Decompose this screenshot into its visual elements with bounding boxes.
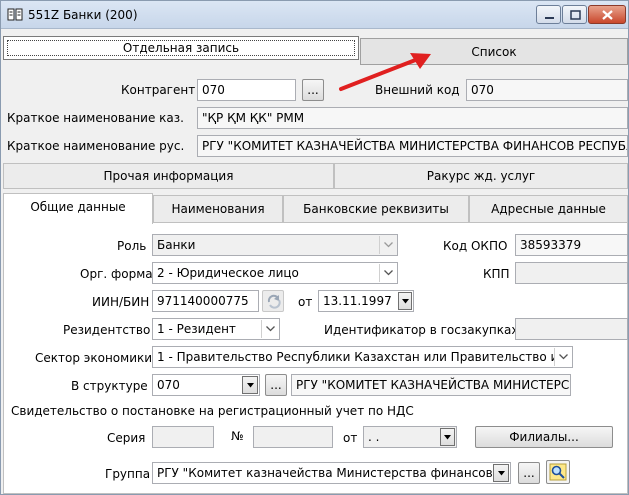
tab-general-data-label: Общие данные <box>30 200 126 214</box>
org-form-dropdown-button[interactable] <box>379 264 396 282</box>
group-value: РГУ "Комитет казначейства Министерства ф… <box>157 466 501 480</box>
app-window: 551Z Банки (200) Отдельная запись Список… <box>0 0 629 495</box>
title-bar[interactable]: 551Z Банки (200) <box>1 1 628 29</box>
structure-dropdown-button[interactable] <box>242 376 258 394</box>
group-select[interactable]: РГУ "Комитет казначейства Министерства ф… <box>152 462 511 484</box>
role-select[interactable]: Банки <box>152 234 398 256</box>
vat-date-dropdown-button[interactable] <box>440 428 455 446</box>
series-field[interactable] <box>152 426 214 448</box>
procurement-id-label: Идентификатор в госзакупках <box>324 323 519 337</box>
residency-value: 1 - Резидент <box>157 322 236 336</box>
residency-select[interactable]: 1 - Резидент <box>152 318 280 340</box>
org-form-select[interactable]: 2 - Юридическое лицо <box>152 262 398 284</box>
tab-list-label: Список <box>471 45 517 59</box>
vat-date-picker[interactable]: . . <box>363 426 457 448</box>
tab-rail-services[interactable]: Ракурс жд. услуг <box>334 163 628 189</box>
structure-lookup-button[interactable]: ... <box>265 374 287 396</box>
structure-name-field[interactable]: РГУ "КОМИТЕТ КАЗНАЧЕЙСТВА МИНИСТЕРС <box>291 374 571 396</box>
residency-dropdown-button[interactable] <box>261 320 278 338</box>
short-name-kaz-label: Краткое наименование каз. <box>7 111 184 125</box>
minimize-icon <box>545 17 554 19</box>
tab-other-info[interactable]: Прочая информация <box>3 163 334 189</box>
refresh-arrows-icon <box>267 294 281 309</box>
residency-label: Резидентство <box>63 323 151 337</box>
series-label: Серия <box>107 431 146 445</box>
group-search-button[interactable] <box>546 460 570 484</box>
structure-code-select[interactable]: 070 <box>152 374 260 396</box>
role-label: Роль <box>117 239 147 253</box>
sector-label: Сектор экономики <box>35 351 153 365</box>
chevron-down-icon <box>384 242 393 248</box>
tab-address-data-label: Адресные данные <box>491 202 606 216</box>
minimize-button[interactable] <box>536 5 561 24</box>
iin-field[interactable]: 971140000775 <box>152 290 259 312</box>
structure-code-value: 070 <box>157 378 180 392</box>
okpo-field[interactable]: 38593379 <box>515 234 628 256</box>
group-label: Группа <box>105 467 151 481</box>
sector-select[interactable]: 1 - Правительство Республики Казахстан и… <box>152 346 573 368</box>
sector-value: 1 - Правительство Республики Казахстан и… <box>157 350 559 364</box>
section-tabs: Прочая информация Ракурс жд. услуг <box>3 163 628 189</box>
magnifier-icon <box>549 463 567 481</box>
kpp-field[interactable] <box>515 262 628 284</box>
external-code-field[interactable]: 070 <box>466 79 628 101</box>
vat-date-from-label: от <box>343 431 358 445</box>
chevron-down-icon <box>266 326 275 332</box>
close-button[interactable] <box>588 5 626 24</box>
vat-certificate-label: Свидетельство о постановке на регистраци… <box>11 404 414 418</box>
kpp-label: КПП <box>483 267 510 281</box>
window-title: 551Z Банки (200) <box>28 8 138 22</box>
short-name-rus-field[interactable]: РГУ "КОМИТЕТ КАЗНАЧЕЙСТВА МИНИСТЕРСТВА Ф… <box>197 135 628 157</box>
date-value: 13.11.1997 <box>323 294 392 308</box>
tab-names[interactable]: Наименования <box>153 195 283 223</box>
counterparty-field[interactable]: 070 <box>197 79 296 101</box>
iin-label: ИИН/БИН <box>92 295 150 309</box>
dropdown-triangle-icon <box>498 471 505 476</box>
number-label: № <box>231 429 244 443</box>
group-lookup-button[interactable]: ... <box>518 462 540 484</box>
short-name-rus-label: Краткое наименование рус. <box>7 139 185 153</box>
date-dropdown-button[interactable] <box>398 292 412 310</box>
dropdown-triangle-icon <box>402 299 409 304</box>
vat-date-value: . . <box>368 430 380 444</box>
branches-button[interactable]: Филиалы... <box>475 426 613 448</box>
sector-dropdown-button[interactable] <box>554 348 571 366</box>
procurement-id-field[interactable] <box>515 318 628 340</box>
maximize-icon <box>570 10 581 20</box>
iin-lookup-button[interactable] <box>262 290 284 312</box>
dropdown-triangle-icon <box>444 435 451 440</box>
counterparty-lookup-button[interactable]: ... <box>302 79 324 101</box>
chevron-down-icon <box>559 354 568 360</box>
okpo-label: Код ОКПО <box>443 239 508 253</box>
tab-other-info-label: Прочая информация <box>103 169 234 183</box>
tab-single-record[interactable]: Отдельная запись <box>3 36 359 60</box>
tab-bank-details-label: Банковские реквизиты <box>303 202 449 216</box>
tab-general-data[interactable]: Общие данные <box>3 193 153 224</box>
role-value: Банки <box>157 238 196 252</box>
short-name-kaz-field[interactable]: "ҚР ҚМ ҚК" РММ <box>197 107 628 129</box>
tab-rail-services-label: Ракурс жд. услуг <box>426 169 536 183</box>
close-icon <box>602 10 613 20</box>
tab-bank-details[interactable]: Банковские реквизиты <box>283 195 469 223</box>
sub-tabs: Общие данные Наименования Банковские рек… <box>3 193 628 224</box>
number-field[interactable] <box>253 426 333 448</box>
tab-names-label: Наименования <box>171 202 265 216</box>
external-code-label: Внешний код <box>375 83 460 97</box>
tab-address-data[interactable]: Адресные данные <box>469 195 628 223</box>
chevron-down-icon <box>384 270 393 276</box>
counterparty-label: Контрагент <box>121 83 196 97</box>
date-from-label: от <box>298 295 313 309</box>
focus-rect <box>7 40 355 56</box>
org-form-label: Орг. форма <box>80 267 153 281</box>
dropdown-triangle-icon <box>247 383 254 388</box>
role-dropdown-button[interactable] <box>379 236 396 254</box>
date-picker[interactable]: 13.11.1997 <box>318 290 414 312</box>
org-form-value: 2 - Юридическое лицо <box>157 266 299 280</box>
group-dropdown-button[interactable] <box>493 464 509 482</box>
structure-label: В структуре <box>71 379 148 393</box>
maximize-button[interactable] <box>562 5 587 24</box>
book-icon <box>7 8 23 21</box>
